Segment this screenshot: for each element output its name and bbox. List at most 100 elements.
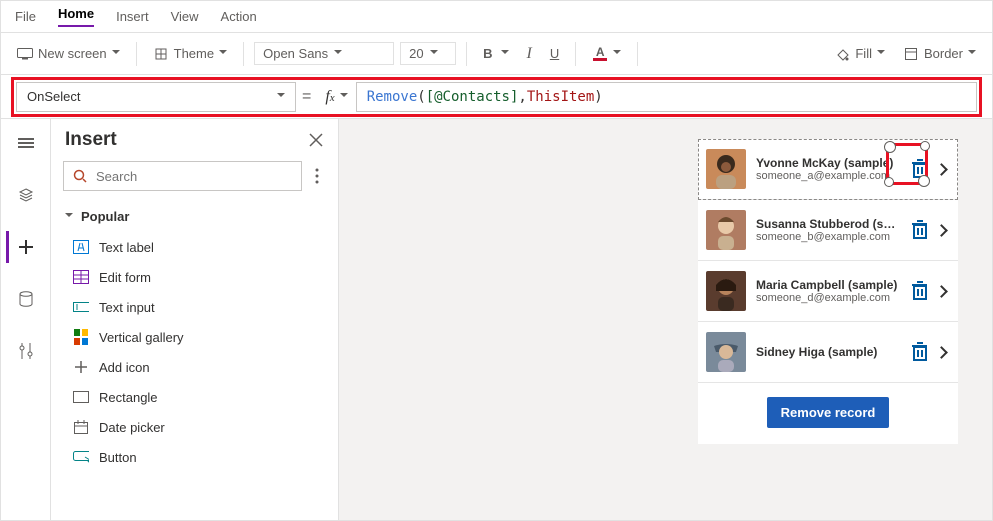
selection-annotation [886, 143, 928, 185]
insert-item-label: Edit form [99, 270, 151, 285]
gallery-info: Maria Campbell (sample) someone_d@exampl… [756, 278, 901, 304]
font-size-select[interactable]: 20 [400, 42, 456, 65]
text-label-icon [73, 239, 89, 255]
property-select-value: OnSelect [27, 89, 80, 104]
formula-input[interactable]: Remove ( [@Contacts] , ThisItem ) [356, 82, 977, 112]
insert-date-picker[interactable]: Date picker [51, 412, 338, 442]
section-popular[interactable]: Popular [51, 201, 338, 232]
theme-icon [153, 46, 169, 62]
database-icon [18, 291, 34, 307]
gallery-control[interactable]: Yvonne McKay (sample) someone_a@example.… [698, 139, 958, 444]
rectangle-icon [73, 389, 89, 405]
more-icon[interactable] [308, 168, 326, 184]
theme-button[interactable]: Theme [147, 42, 233, 66]
gallery-row[interactable]: Sidney Higa (sample) [698, 322, 958, 383]
token-paren: ) [594, 89, 602, 105]
plus-icon [18, 239, 34, 255]
underline-button[interactable]: U [544, 42, 565, 65]
form-icon [73, 269, 89, 285]
italic-button[interactable]: I [521, 41, 538, 67]
remove-record-button[interactable]: Remove record [767, 397, 890, 428]
fx-icon: fx [325, 88, 334, 106]
contact-email: someone_d@example.com [756, 292, 901, 304]
menu-insert[interactable]: Insert [116, 9, 149, 24]
fx-button[interactable]: fx [317, 84, 355, 110]
menu-bar: File Home Insert View Action [1, 1, 992, 33]
new-screen-button[interactable]: New screen [11, 42, 126, 66]
trash-icon[interactable] [911, 344, 927, 360]
separator [466, 42, 467, 66]
menu-view[interactable]: View [171, 9, 199, 24]
insert-item-label: Text label [99, 240, 154, 255]
insert-edit-form[interactable]: Edit form [51, 262, 338, 292]
chevron-right-icon[interactable] [935, 163, 948, 176]
tree-icon [18, 135, 34, 151]
insert-add-icon[interactable]: Add icon [51, 352, 338, 382]
gallery-row[interactable]: Susanna Stubberod (sample) someone_b@exa… [698, 200, 958, 261]
fill-icon [834, 46, 850, 62]
contact-email: someone_b@example.com [756, 231, 901, 243]
section-label: Popular [81, 209, 129, 224]
gallery-row[interactable]: Yvonne McKay (sample) someone_a@example.… [698, 139, 958, 200]
chevron-down-icon [968, 46, 976, 61]
border-button[interactable]: Border [897, 42, 982, 66]
menu-action[interactable]: Action [221, 9, 257, 24]
ribbon: New screen Theme Open Sans 20 B I U A Fi… [1, 33, 992, 75]
contact-name: Susanna Stubberod (sample) [756, 217, 901, 231]
chevron-right-icon[interactable] [935, 346, 948, 359]
search-field[interactable] [94, 168, 293, 185]
property-select[interactable]: OnSelect [16, 82, 296, 112]
contact-name: Sidney Higa (sample) [756, 345, 901, 359]
contact-name: Yvonne McKay (sample) [756, 156, 901, 170]
bold-button[interactable]: B [477, 42, 514, 65]
border-label: Border [924, 46, 963, 61]
rail-settings-button[interactable] [8, 335, 44, 367]
fill-label: Fill [855, 46, 872, 61]
panel-title: Insert [65, 129, 117, 151]
font-size-value: 20 [409, 46, 423, 61]
avatar [706, 271, 746, 311]
canvas[interactable]: Yvonne McKay (sample) someone_a@example.… [339, 119, 992, 520]
chevron-down-icon [112, 46, 120, 61]
rail-data-button[interactable] [8, 283, 44, 315]
chevron-down-icon [65, 209, 73, 224]
close-icon[interactable] [308, 132, 324, 148]
gallery-icon [73, 329, 89, 345]
font-color-button[interactable]: A [586, 42, 627, 66]
avatar [706, 210, 746, 250]
rail-insert-button[interactable] [6, 231, 42, 263]
plus-icon [73, 359, 89, 375]
rail-layers-button[interactable] [8, 179, 44, 211]
insert-text-label[interactable]: Text label [51, 232, 338, 262]
gallery-row[interactable]: Maria Campbell (sample) someone_d@exampl… [698, 261, 958, 322]
token-function: Remove [367, 89, 418, 105]
chevron-down-icon [877, 46, 885, 61]
chevron-right-icon[interactable] [935, 224, 948, 237]
gallery-info: Sidney Higa (sample) [756, 345, 901, 359]
chevron-down-icon [613, 46, 621, 61]
font-select[interactable]: Open Sans [254, 42, 394, 65]
text-input-icon [73, 299, 89, 315]
trash-icon[interactable] [911, 222, 927, 238]
insert-panel: Insert Popular Text label Edit form Text… [51, 119, 339, 520]
trash-icon[interactable] [911, 283, 927, 299]
font-select-value: Open Sans [263, 46, 328, 61]
insert-text-input[interactable]: Text input [51, 292, 338, 322]
search-input[interactable] [63, 161, 302, 191]
font-color-icon: A [592, 46, 608, 62]
bold-label: B [483, 46, 492, 61]
fill-button[interactable]: Fill [828, 42, 891, 66]
avatar [706, 332, 746, 372]
insert-button[interactable]: Button [51, 442, 338, 472]
rail-tree-button[interactable] [8, 127, 44, 159]
chevron-right-icon[interactable] [935, 285, 948, 298]
menu-file[interactable]: File [15, 9, 36, 24]
menu-home[interactable]: Home [58, 6, 94, 27]
insert-item-label: Text input [99, 300, 155, 315]
insert-item-label: Button [99, 450, 137, 465]
theme-label: Theme [174, 46, 214, 61]
insert-vertical-gallery[interactable]: Vertical gallery [51, 322, 338, 352]
insert-item-label: Rectangle [99, 390, 158, 405]
insert-rectangle[interactable]: Rectangle [51, 382, 338, 412]
button-icon [73, 449, 89, 465]
